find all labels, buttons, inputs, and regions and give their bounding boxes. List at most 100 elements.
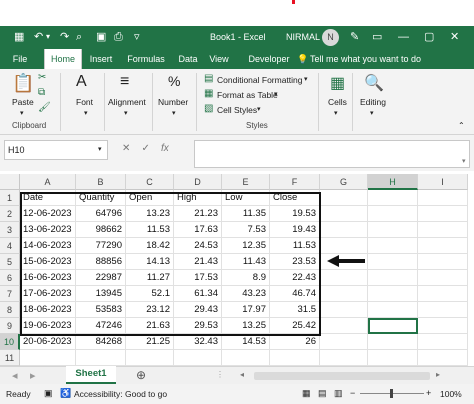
tab-file[interactable]: File: [6, 49, 34, 69]
format-as-table-dropdown-icon[interactable]: ▾: [274, 90, 278, 98]
cell-e3[interactable]: 7.53: [222, 222, 270, 238]
accessibility-icon[interactable]: ♿: [60, 388, 71, 399]
cell-c9[interactable]: 21.63: [126, 318, 174, 334]
scroll-left-icon[interactable]: ◂: [240, 370, 244, 379]
font-icon[interactable]: A: [76, 73, 87, 91]
undo-icon[interactable]: ↶: [34, 30, 43, 44]
maximize-icon[interactable]: ▢: [424, 30, 434, 44]
column-header-i[interactable]: I: [418, 174, 468, 190]
cell-a1[interactable]: Date: [20, 190, 76, 206]
alignment-icon[interactable]: ≡: [120, 73, 129, 91]
cell-i9[interactable]: [418, 318, 468, 334]
number-dropdown-icon[interactable]: ▾: [172, 109, 176, 117]
alignment-button[interactable]: Alignment: [108, 97, 146, 107]
cell-i11[interactable]: [418, 350, 468, 366]
cell-c4[interactable]: 18.42: [126, 238, 174, 254]
cell-h1[interactable]: [368, 190, 418, 206]
cell-g7[interactable]: [320, 286, 368, 302]
cell-b4[interactable]: 77290: [76, 238, 126, 254]
normal-view-icon[interactable]: ▦: [302, 388, 311, 399]
cell-b7[interactable]: 13945: [76, 286, 126, 302]
cell-c7[interactable]: 52.1: [126, 286, 174, 302]
column-header-c[interactable]: C: [126, 174, 174, 190]
prev-sheet-icon[interactable]: ◂: [12, 369, 18, 382]
cut-icon[interactable]: ✂: [38, 72, 46, 83]
column-header-b[interactable]: B: [76, 174, 126, 190]
cell-i1[interactable]: [418, 190, 468, 206]
column-header-f[interactable]: F: [270, 174, 320, 190]
font-button[interactable]: Font: [76, 97, 93, 107]
cell-d2[interactable]: 21.23: [174, 206, 222, 222]
cell-h4[interactable]: [368, 238, 418, 254]
cell-b8[interactable]: 53583: [76, 302, 126, 318]
cell-e10[interactable]: 14.53: [222, 334, 270, 350]
cell-c5[interactable]: 14.13: [126, 254, 174, 270]
cells-button[interactable]: Cells: [328, 97, 347, 107]
row-header-6[interactable]: 6: [0, 270, 20, 286]
cells-icon[interactable]: ▦: [330, 73, 345, 93]
cell-g3[interactable]: [320, 222, 368, 238]
alignment-dropdown-icon[interactable]: ▾: [124, 109, 128, 117]
cell-d5[interactable]: 21.43: [174, 254, 222, 270]
cell-c10[interactable]: 21.25: [126, 334, 174, 350]
cell-e6[interactable]: 8.9: [222, 270, 270, 286]
cell-i8[interactable]: [418, 302, 468, 318]
accessibility-status[interactable]: Accessibility: Good to go: [74, 389, 167, 399]
cell-a5[interactable]: 15-06-2023: [20, 254, 76, 270]
format-painter-icon[interactable]: 🖌: [38, 102, 51, 113]
cell-a9[interactable]: 19-06-2023: [20, 318, 76, 334]
horizontal-scrollbar[interactable]: [254, 372, 430, 380]
user-name[interactable]: NIRMAL: [286, 32, 320, 42]
row-header-9[interactable]: 9: [0, 318, 20, 334]
number-format-icon[interactable]: %: [168, 73, 180, 89]
cell-g11[interactable]: [320, 350, 368, 366]
cell-h3[interactable]: [368, 222, 418, 238]
cell-b2[interactable]: 64796: [76, 206, 126, 222]
cell-d8[interactable]: 29.43: [174, 302, 222, 318]
cell-i10[interactable]: [418, 334, 468, 350]
minimize-icon[interactable]: —: [398, 30, 409, 44]
tab-home[interactable]: Home: [44, 49, 82, 69]
tab-data[interactable]: Data: [172, 49, 204, 69]
cell-h2[interactable]: [368, 206, 418, 222]
sheet-tab-sheet1[interactable]: Sheet1: [66, 366, 116, 384]
scroll-right-icon[interactable]: ▸: [436, 370, 440, 379]
row-header-2[interactable]: 2: [0, 206, 20, 222]
page-break-view-icon[interactable]: ▥: [334, 388, 343, 399]
number-button[interactable]: Number: [158, 97, 188, 107]
new-sheet-icon[interactable]: ⊕: [136, 368, 146, 382]
cell-c2[interactable]: 13.23: [126, 206, 174, 222]
cell-h9[interactable]: [368, 318, 418, 334]
cell-h6[interactable]: [368, 270, 418, 286]
row-header-1[interactable]: 1: [0, 190, 20, 206]
formula-input[interactable]: [194, 140, 470, 168]
conditional-formatting-dropdown-icon[interactable]: ▾: [304, 75, 308, 83]
cell-f1[interactable]: Close: [270, 190, 320, 206]
cell-b5[interactable]: 88856: [76, 254, 126, 270]
row-header-7[interactable]: 7: [0, 286, 20, 302]
cell-e7[interactable]: 43.23: [222, 286, 270, 302]
cell-b9[interactable]: 47246: [76, 318, 126, 334]
cell-i4[interactable]: [418, 238, 468, 254]
tab-split-icon[interactable]: ⋮: [216, 370, 224, 379]
cell-h7[interactable]: [368, 286, 418, 302]
cell-f9[interactable]: 25.42: [270, 318, 320, 334]
cell-i6[interactable]: [418, 270, 468, 286]
cell-i3[interactable]: [418, 222, 468, 238]
cell-a7[interactable]: 17-06-2023: [20, 286, 76, 302]
cell-d9[interactable]: 29.53: [174, 318, 222, 334]
cell-a11[interactable]: [20, 350, 76, 366]
cell-a3[interactable]: 13-06-2023: [20, 222, 76, 238]
cell-d1[interactable]: High: [174, 190, 222, 206]
pen-icon[interactable]: ✎: [350, 30, 359, 44]
row-header-4[interactable]: 4: [0, 238, 20, 254]
cell-i5[interactable]: [418, 254, 468, 270]
cell-e8[interactable]: 17.97: [222, 302, 270, 318]
cell-d10[interactable]: 32.43: [174, 334, 222, 350]
customize-qat-icon[interactable]: ▿: [134, 30, 140, 44]
cell-f2[interactable]: 19.53: [270, 206, 320, 222]
paste-icon[interactable]: 📋: [12, 73, 34, 94]
row-header-5[interactable]: 5: [0, 254, 20, 270]
row-header-3[interactable]: 3: [0, 222, 20, 238]
cell-g10[interactable]: [320, 334, 368, 350]
